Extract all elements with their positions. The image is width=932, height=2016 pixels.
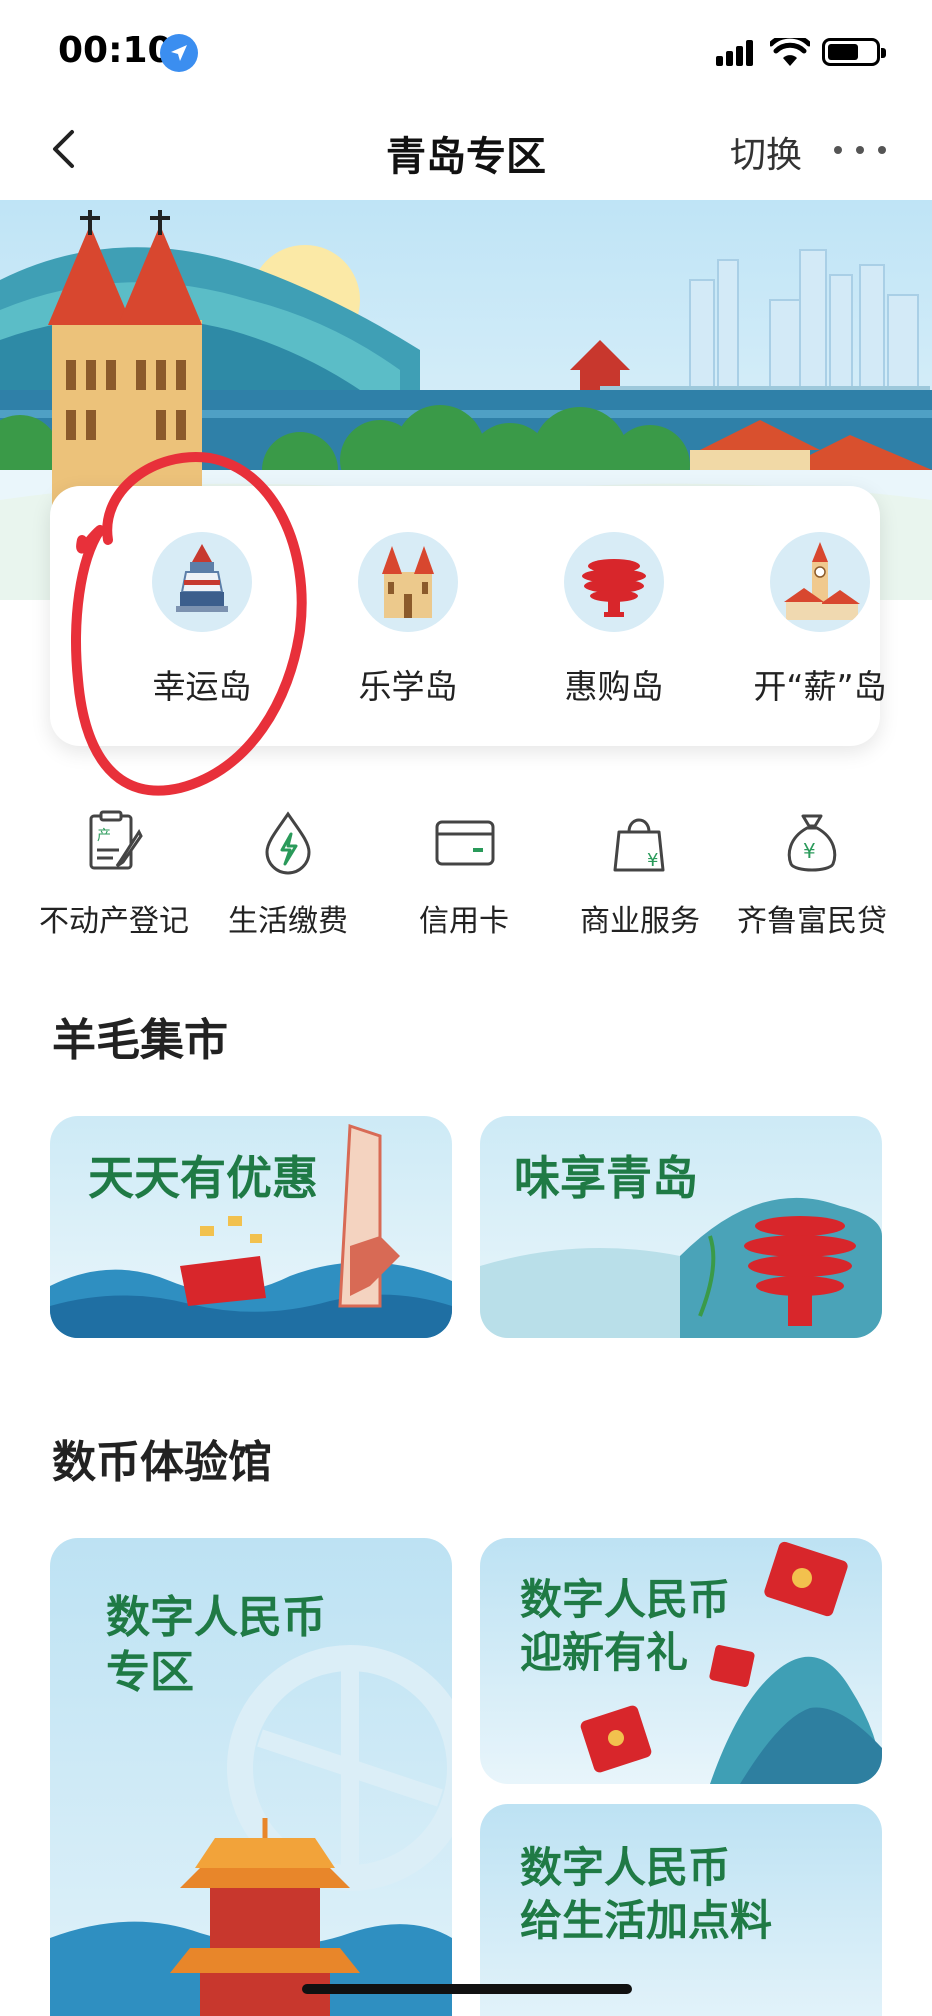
deals-section-title: 羊毛集市 <box>52 1015 228 1066</box>
island-lexue[interactable]: 乐学岛 <box>328 532 488 708</box>
card-title: 天天有优惠 <box>88 1151 318 1205</box>
island-label: 惠购岛 <box>564 667 664 706</box>
money-bag-icon: ¥ <box>779 810 845 876</box>
shopping-bag-icon: ¥ <box>607 810 673 876</box>
island-label: 开“薪”岛 <box>753 667 887 706</box>
islands-card: 幸运岛 乐学岛 惠购岛 开“薪”岛 <box>50 486 887 746</box>
service-utility-payment[interactable]: 生活缴费 <box>198 810 378 940</box>
service-label: 信用卡 <box>419 904 509 939</box>
island-label: 乐学岛 <box>358 667 458 706</box>
card-title: 数字人民币 专区 <box>106 1590 326 1700</box>
switch-city-button[interactable]: 切换 <box>730 126 802 178</box>
service-label: 生活缴费 <box>228 904 348 939</box>
svg-text:¥: ¥ <box>647 850 658 871</box>
digital-section-title: 数币体验馆 <box>52 1437 272 1488</box>
church-icon <box>358 532 458 632</box>
svg-text:产: 产 <box>97 828 111 844</box>
wifi-icon <box>770 38 810 66</box>
service-credit-card[interactable]: 信用卡 <box>374 810 554 940</box>
service-label: 齐鲁富民贷 <box>737 904 887 939</box>
navigation-bar: 青岛专区 切换 <box>0 100 932 200</box>
service-business[interactable]: ¥ 商业服务 <box>550 810 730 940</box>
card-title: 数字人民币 给生活加点料 <box>520 1842 772 1947</box>
credit-card-icon <box>431 810 497 876</box>
card-title-line1: 数字人民币 <box>520 1575 731 1624</box>
status-time: 00:10 <box>58 30 173 71</box>
location-arrow-icon <box>160 34 198 72</box>
service-label: 商业服务 <box>580 904 700 939</box>
lighthouse-icon <box>152 532 252 632</box>
digital-rmb-zone-card[interactable]: 数字人民币 专区 <box>50 1538 452 2016</box>
utility-payment-icon <box>255 810 321 876</box>
cellular-signal-icon <box>716 40 756 66</box>
svg-text:¥: ¥ <box>803 839 816 863</box>
card-title-line2: 给生活加点料 <box>520 1895 773 1945</box>
property-registration-icon: 产 <box>81 810 147 876</box>
card-title-line1: 数字人民币 <box>520 1843 731 1892</box>
service-property-registration[interactable]: 产 不动产登记 <box>24 810 204 940</box>
island-xingyun[interactable]: 幸运岛 <box>122 532 282 708</box>
status-bar: 00:10 <box>0 0 932 100</box>
battery-icon <box>822 38 886 66</box>
may-wind-sculpture-icon <box>564 532 664 632</box>
island-kaixin[interactable]: 开“薪”岛 <box>740 532 900 708</box>
taste-qingdao-card[interactable]: 味享青岛 <box>480 1116 882 1338</box>
more-options-icon[interactable] <box>834 140 890 160</box>
digital-rmb-welcome-card[interactable]: 数字人民币 迎新有礼 <box>480 1538 882 1784</box>
clock-tower-icon <box>770 532 870 632</box>
card-title-line2: 专区 <box>106 1647 194 1698</box>
home-indicator[interactable] <box>302 1984 632 1994</box>
service-label: 不动产登记 <box>39 904 189 939</box>
card-title-line2: 迎新有礼 <box>520 1627 689 1677</box>
card-title-line1: 数字人民币 <box>106 1592 326 1643</box>
daily-deals-card[interactable]: 天天有优惠 <box>50 1116 452 1338</box>
card-title: 数字人民币 迎新有礼 <box>520 1574 730 1679</box>
island-label: 幸运岛 <box>152 667 252 706</box>
card-title: 味享青岛 <box>514 1151 698 1205</box>
service-qilu-loan[interactable]: ¥ 齐鲁富民贷 <box>722 810 902 940</box>
island-huigou[interactable]: 惠购岛 <box>534 532 694 708</box>
